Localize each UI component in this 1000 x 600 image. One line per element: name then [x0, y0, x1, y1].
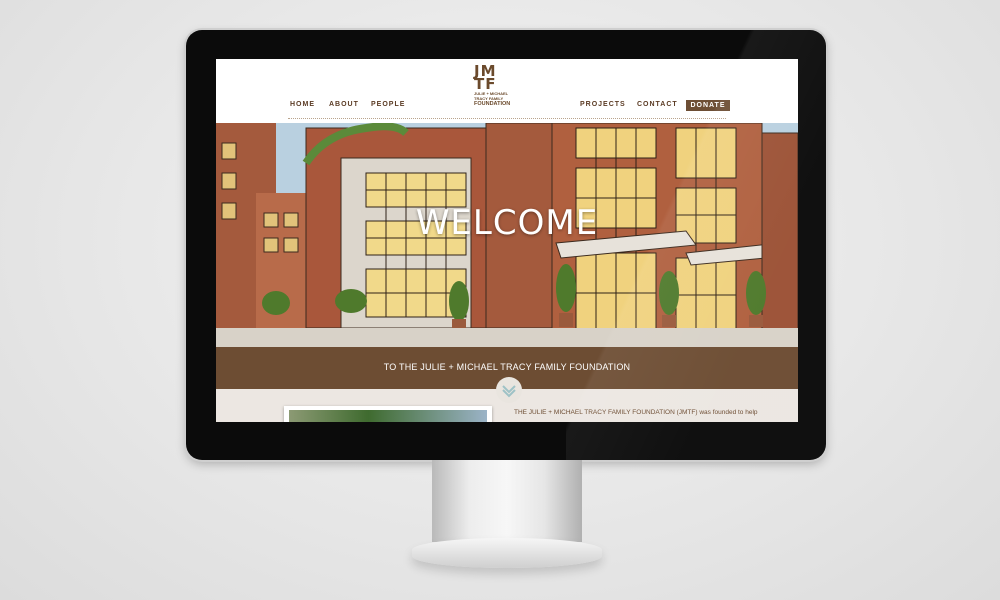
logo-line-3: FOUNDATION: [474, 101, 511, 107]
content-photo: [284, 406, 492, 422]
monitor-base: [412, 538, 602, 568]
donate-button[interactable]: DONATE: [686, 100, 730, 111]
chevron-down-icon: [502, 385, 516, 398]
monitor: HOME ABOUT PEOPLE PROJECTS CONTACT DONAT…: [186, 30, 826, 460]
foundation-logo[interactable]: JM TF JULIE + MICHAEL TRACY FAMILY FOUND…: [474, 64, 514, 117]
hero-illustration: WELCOME: [216, 123, 798, 347]
monitor-stand: [432, 460, 582, 542]
hero-heading: WELCOME: [415, 203, 599, 243]
browser-screen: HOME ABOUT PEOPLE PROJECTS CONTACT DONAT…: [216, 59, 798, 422]
nav-contact[interactable]: CONTACT: [637, 101, 678, 108]
scroll-down-button[interactable]: [496, 377, 522, 403]
nav-about[interactable]: ABOUT: [329, 101, 359, 108]
site-header: HOME ABOUT PEOPLE PROJECTS CONTACT DONAT…: [216, 59, 798, 122]
tagline-text: TO THE JULIE + MICHAEL TRACY FAMILY FOUN…: [383, 362, 631, 372]
logo-mark-bottom: TF: [474, 75, 497, 93]
intro-text: THE JULIE + MICHAEL TRACY FAMILY FOUNDAT…: [514, 409, 758, 416]
nav-projects[interactable]: PROJECTS: [580, 101, 626, 108]
nav-people[interactable]: PEOPLE: [371, 101, 405, 108]
header-divider: [288, 118, 726, 119]
nav-home[interactable]: HOME: [290, 101, 315, 108]
